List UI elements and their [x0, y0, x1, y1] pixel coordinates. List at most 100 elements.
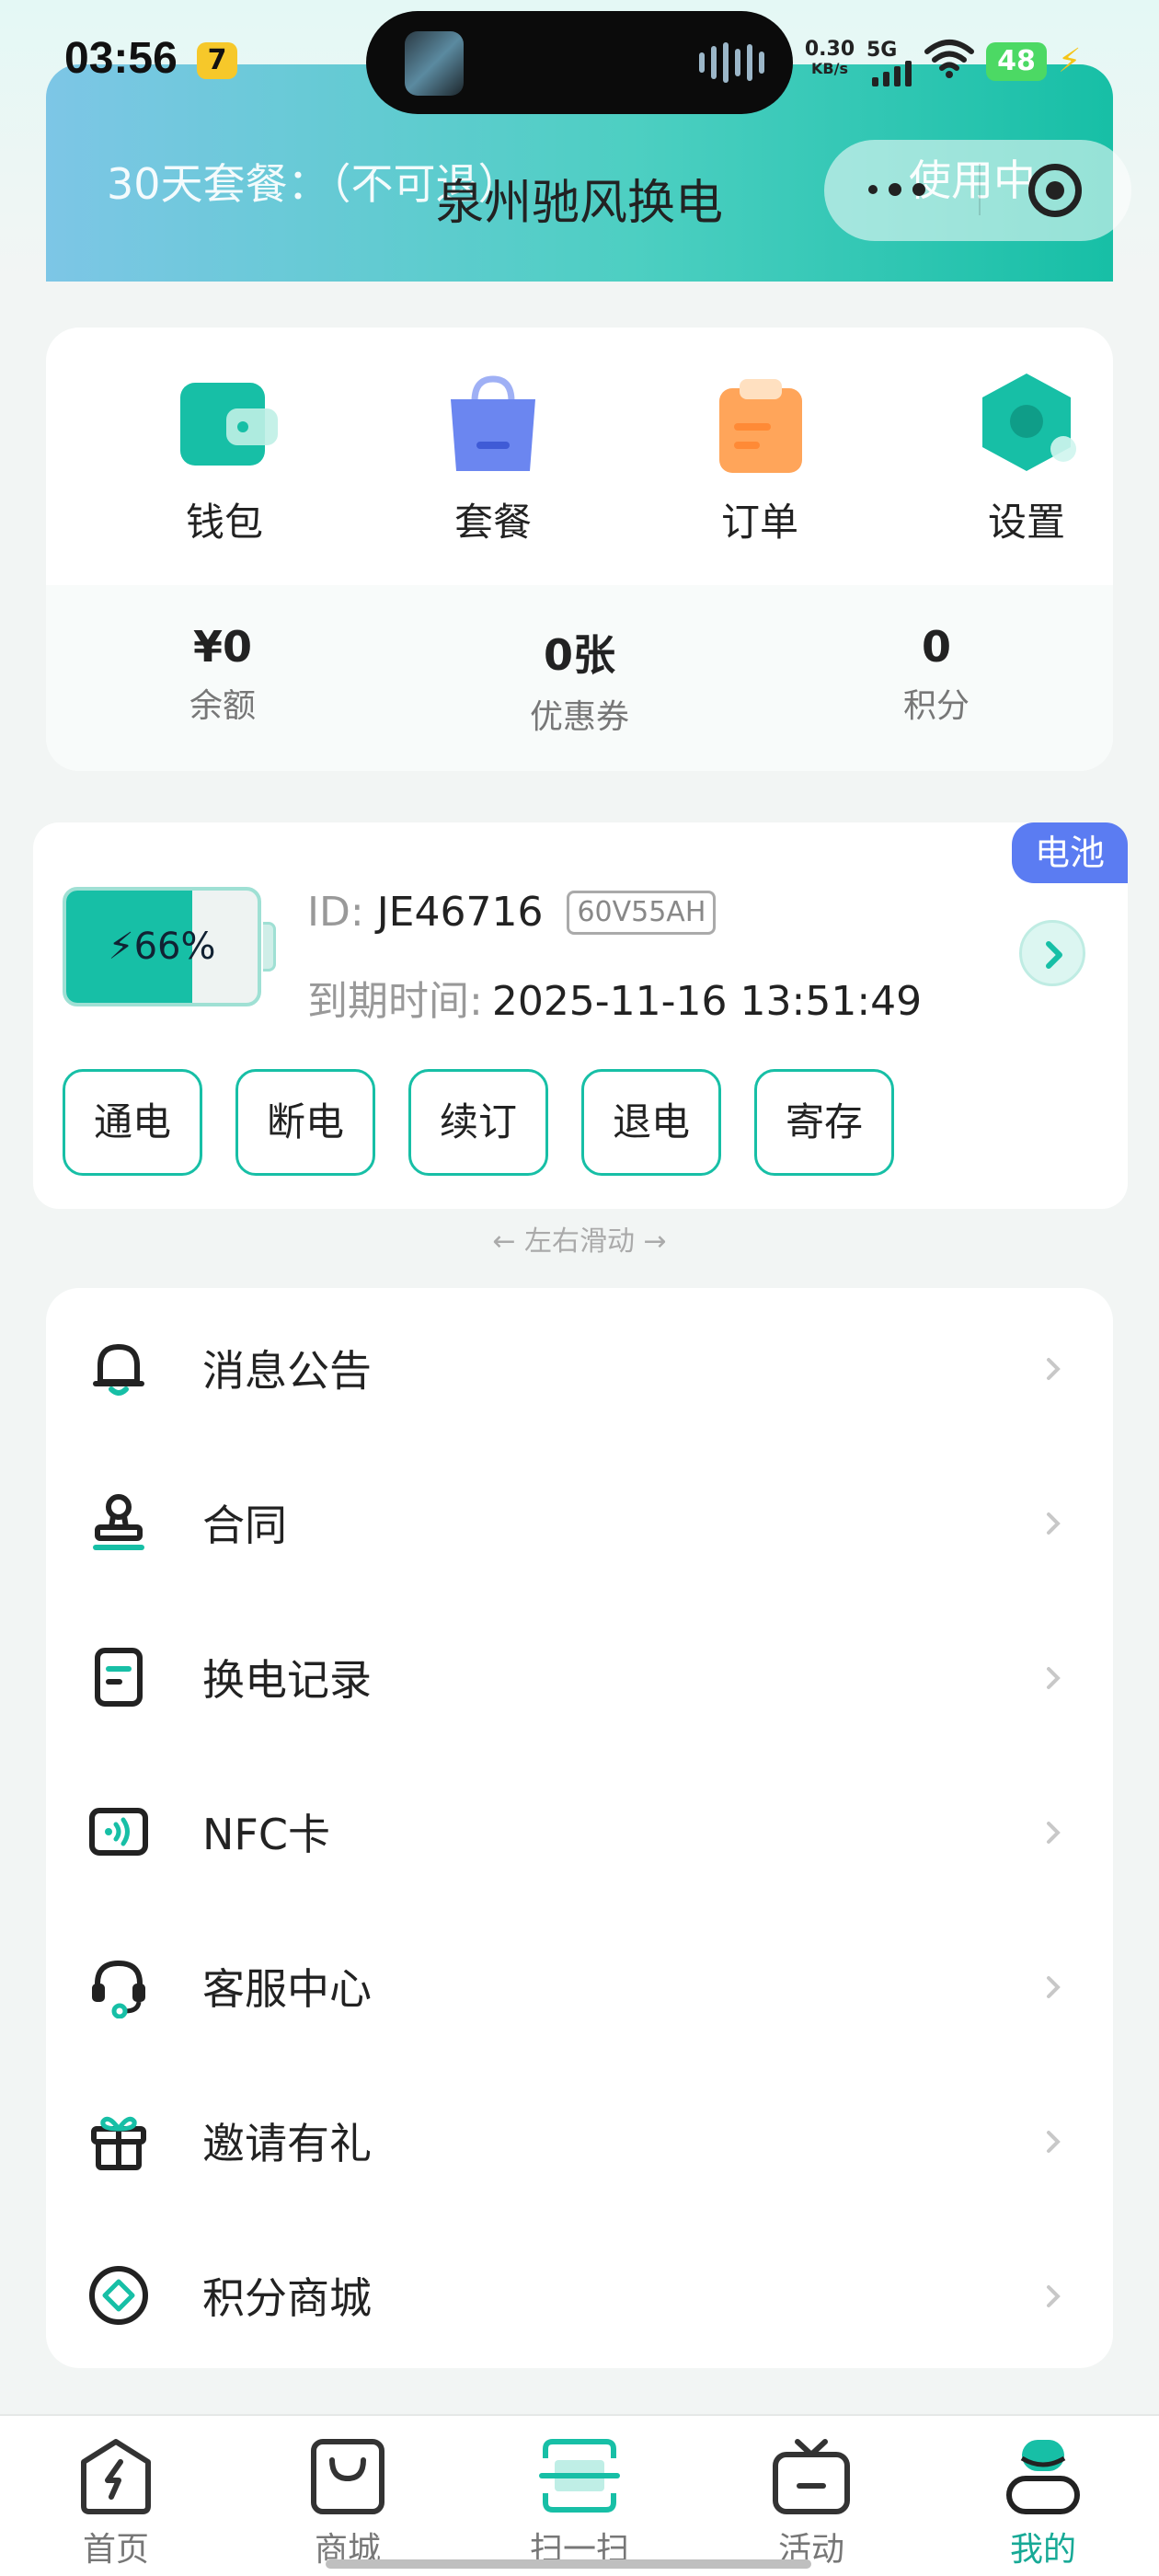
coupon-value: 0张: [543, 630, 615, 680]
orders-button[interactable]: 订单: [649, 368, 870, 547]
tv-icon: [773, 2439, 850, 2514]
points-store-icon: [89, 2266, 148, 2325]
menu-label: 积分商城: [202, 2273, 372, 2323]
clipboard-icon: [705, 368, 815, 478]
tab-mine[interactable]: 我的: [951, 2434, 1135, 2570]
battery-id-value: JE46716: [376, 889, 544, 936]
battery-detail-button[interactable]: [1019, 920, 1085, 986]
swipe-hint: ← 左右滑动 →: [492, 1225, 667, 1258]
package-button[interactable]: 套餐: [383, 368, 603, 547]
store-battery-button[interactable]: 寄存: [754, 1069, 894, 1176]
charging-icon: ⚡: [1058, 42, 1082, 80]
menu-item-invite[interactable]: 邀请有礼: [46, 2061, 1113, 2215]
tab-shop[interactable]: 商城: [256, 2434, 440, 2570]
wallet-button[interactable]: 钱包: [114, 368, 335, 547]
hexagon-settings-icon: [971, 368, 1082, 478]
tab-label: 首页: [82, 2531, 149, 2569]
tab-label: 我的: [1009, 2531, 1076, 2569]
coupon-label: 优惠券: [529, 698, 629, 736]
signal-icon: [872, 61, 912, 86]
chevron-right-icon: [1046, 941, 1062, 969]
orders-label: 订单: [720, 500, 798, 545]
close-miniprogram-icon[interactable]: [1028, 164, 1082, 217]
return-battery-button[interactable]: 退电: [581, 1069, 721, 1176]
battery-level-text: ⚡66%: [63, 887, 261, 1006]
battery-spec-badge: 60V55AH: [567, 890, 717, 935]
bolt-icon: ⚡: [108, 926, 134, 968]
chevron-right-icon: [1047, 2285, 1061, 2307]
chevron-right-icon: [1047, 1976, 1061, 1998]
balance-stat[interactable]: ¥0 余额: [85, 622, 361, 727]
chevron-right-icon: [1047, 2131, 1061, 2153]
battery-id-row: ID: JE46716 60V55AH: [307, 889, 717, 936]
battery-card[interactable]: 电池 ⚡66% ID: JE46716 60V55AH 到期时间: 2025-11…: [33, 822, 1128, 1209]
network-speed-unit: KB/s: [811, 60, 848, 77]
menu-label: 客服中心: [202, 1964, 372, 2014]
coupon-stat[interactable]: 0张 优惠券: [442, 622, 717, 738]
menu-label: NFC卡: [202, 1810, 330, 1859]
wallet-label: 钱包: [185, 500, 263, 545]
menu-item-swap-records[interactable]: 换电记录: [46, 1597, 1113, 1752]
wallet-icon: [169, 368, 280, 478]
menu-item-customer-service[interactable]: 客服中心: [46, 1906, 1113, 2061]
profile-icon: [1006, 2440, 1080, 2514]
audio-wave-icon: [699, 42, 764, 83]
tab-activity[interactable]: 活动: [719, 2434, 903, 2570]
headset-icon: [92, 1960, 145, 2018]
expire-value: 2025-11-16 13:51:49: [491, 978, 923, 1025]
menu-item-announcements[interactable]: 消息公告: [46, 1288, 1113, 1443]
renew-button[interactable]: 续订: [408, 1069, 548, 1176]
network-speed: 0.30 KB/s: [802, 39, 857, 77]
balance-label: 余额: [189, 687, 256, 725]
media-artwork: [405, 31, 464, 96]
bottom-tab-bar: 首页 商城 扫一扫 活动 我的: [0, 2414, 1159, 2576]
battery-cap: [263, 922, 276, 972]
bag-icon: [438, 368, 548, 478]
menu-item-nfc-card[interactable]: NFC卡: [46, 1752, 1113, 1906]
tab-scan[interactable]: 扫一扫: [488, 2434, 671, 2570]
notification-badge: 7: [197, 42, 237, 79]
chevron-right-icon: [1047, 1822, 1061, 1844]
network-type: 5G: [866, 39, 898, 62]
battery-tag: 电池: [1012, 822, 1128, 883]
account-stats: ¥0 余额 0张 优惠券 0 积分: [46, 585, 1113, 771]
record-icon: [95, 1648, 143, 1707]
scan-icon: [539, 2439, 620, 2513]
balance-value: ¥0: [192, 622, 252, 672]
settings-button[interactable]: 设置: [916, 368, 1113, 547]
shop-bag-icon: [311, 2439, 384, 2514]
gift-icon: [91, 2116, 146, 2170]
stamp-icon: [93, 1494, 144, 1550]
power-off-button[interactable]: 断电: [235, 1069, 375, 1176]
expire-row: 到期时间: 2025-11-16 13:51:49: [307, 968, 922, 1027]
menu-item-points-store[interactable]: 积分商城: [46, 2215, 1113, 2370]
tab-home[interactable]: 首页: [24, 2434, 208, 2570]
chevron-right-icon: [1047, 1512, 1061, 1535]
network-speed-value: 0.30: [804, 38, 855, 61]
menu-label: 邀请有礼: [202, 2119, 372, 2168]
points-label: 积分: [902, 687, 970, 725]
home-indicator: [326, 2559, 811, 2569]
points-stat[interactable]: 0 积分: [798, 622, 1074, 727]
menu-label: 消息公告: [202, 1346, 372, 1396]
battery-id-label: ID:: [307, 889, 364, 936]
battery-indicator: 48: [986, 42, 1047, 81]
wifi-icon: [924, 40, 974, 78]
quick-actions-card: 钱包 套餐 订单 设置 ¥0 余额 0张 优惠券 0 积分: [46, 328, 1113, 771]
home-bolt-icon: [81, 2439, 151, 2514]
menu-item-contract[interactable]: 合同: [46, 1443, 1113, 1597]
battery-level-value: 66%: [133, 926, 216, 968]
chevron-right-icon: [1047, 1358, 1061, 1380]
more-icon[interactable]: [868, 171, 942, 208]
package-label: 套餐: [453, 500, 532, 545]
chevron-right-icon: [1047, 1667, 1061, 1689]
nfc-card-icon: [89, 1808, 148, 1856]
power-on-button[interactable]: 通电: [63, 1069, 202, 1176]
status-time: 03:56: [64, 34, 178, 83]
capsule-divider: [979, 164, 981, 215]
settings-label: 设置: [987, 500, 1065, 545]
menu-list: 消息公告 合同 换电记录 NFC卡 客服中心 邀请有礼 积分商城: [46, 1288, 1113, 2368]
menu-label: 合同: [202, 1501, 287, 1550]
bell-icon: [93, 1344, 144, 1396]
menu-label: 换电记录: [202, 1655, 372, 1705]
